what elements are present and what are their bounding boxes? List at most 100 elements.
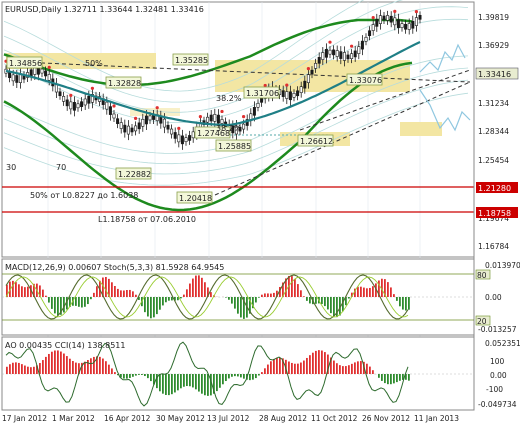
ao-bar — [288, 361, 290, 374]
candle-body — [350, 53, 354, 59]
macd-bar — [372, 286, 374, 297]
macd-bar — [12, 280, 14, 297]
ao-bar — [303, 360, 305, 374]
candle-body — [58, 91, 62, 97]
candle-body — [29, 69, 33, 77]
candle-body — [339, 51, 343, 59]
macd-bar — [399, 297, 401, 307]
macd-bar — [180, 297, 182, 299]
label-1-26612: 1.26612 — [300, 137, 333, 146]
macd-bar — [123, 290, 125, 297]
candle-body — [364, 36, 368, 42]
ao-bar — [135, 374, 137, 376]
macd-bar — [273, 292, 275, 297]
fractal-marker — [263, 83, 267, 88]
fractal-marker — [371, 15, 375, 20]
label-1-35285: 1.35285 — [175, 56, 208, 65]
macd-bar — [357, 286, 359, 297]
candle-body — [303, 80, 307, 89]
ao-bar — [348, 365, 350, 374]
candle-body — [296, 90, 300, 97]
macd-bar — [81, 297, 83, 308]
candle-body — [177, 134, 181, 143]
macd-bar — [87, 297, 89, 305]
macd-bar — [159, 297, 161, 310]
ao-bar — [267, 364, 269, 374]
candle-body — [170, 128, 174, 135]
fractal-marker — [90, 86, 94, 90]
candle-body — [317, 57, 321, 64]
candle-body — [306, 74, 310, 83]
macd-bar — [135, 294, 137, 297]
fractal-marker — [134, 116, 138, 121]
macd-bar — [294, 278, 296, 297]
macd-bar — [51, 297, 53, 309]
ao-bar — [54, 350, 56, 374]
candle-body — [353, 50, 357, 58]
fractal-marker — [220, 109, 224, 114]
macd-bar — [204, 282, 206, 297]
label-1-31706: 1.31706 — [246, 89, 279, 98]
ao-bar — [60, 351, 62, 374]
macd-bar — [321, 297, 323, 305]
candle-body — [393, 17, 397, 26]
fractal-marker — [155, 106, 159, 110]
ao-bar — [174, 374, 176, 393]
fractal-marker — [350, 44, 354, 48]
osc1-scale-top: 0.013970 — [485, 261, 520, 270]
candle-body — [321, 52, 325, 60]
ao-bar — [18, 362, 20, 374]
ao-bar — [234, 374, 236, 377]
ao-bar — [141, 374, 143, 375]
red-level-label-2: 1.18758 — [478, 209, 511, 218]
ao-bar — [270, 361, 272, 374]
macd-bar — [129, 289, 131, 297]
ao-bar — [84, 361, 86, 374]
candle-body — [62, 96, 66, 102]
osc2-scale-minus100: -100 — [486, 385, 503, 394]
macd-bar — [225, 297, 227, 298]
ao-bar — [408, 374, 410, 381]
candle-body — [310, 69, 314, 75]
ao-bar — [201, 374, 203, 394]
macd-bar — [117, 288, 119, 297]
price-tick-label: 1.31234 — [478, 99, 509, 108]
osc1-scale-zero: 0.00 — [485, 293, 502, 302]
macd-bar — [24, 287, 26, 297]
candle-body — [166, 124, 170, 130]
forecast-zone — [400, 122, 442, 136]
candle-body — [126, 125, 130, 135]
candle-body — [375, 19, 379, 27]
ao-bar — [30, 367, 32, 374]
trading-chart[interactable]: 1.34856 1.32828 1.35285 1.31706 1.33076 … — [0, 0, 520, 425]
label-1-22882: 1.22882 — [118, 170, 151, 179]
fib-38-label-1: 38.2% — [216, 94, 242, 103]
ao-bar — [228, 374, 230, 379]
candle-body — [378, 15, 382, 24]
candle-body — [47, 74, 51, 81]
macd-bar — [201, 277, 203, 297]
candle-body — [44, 70, 48, 77]
macd-bar — [309, 297, 311, 304]
candle-body — [256, 103, 260, 108]
ao-title: AO 0.00435 CCI(14) 138.8511 — [5, 341, 125, 350]
macd-stoch-pane[interactable]: MACD(12,26,9) 0.00607 Stoch(5,3,3) 81.59… — [1, 258, 520, 336]
ao-bar — [33, 366, 35, 374]
candle-body — [292, 92, 296, 98]
ao-bar — [273, 358, 275, 374]
osc2-scale-zero: 0.00 — [490, 371, 507, 380]
candle-body — [368, 30, 372, 37]
macd-bar — [183, 294, 185, 297]
ao-bar — [351, 363, 353, 374]
macd-bar — [18, 284, 20, 297]
macd-bar — [231, 297, 233, 304]
ao-bar — [159, 374, 161, 392]
candle-body — [130, 127, 134, 133]
candle-body — [209, 114, 213, 122]
macd-bar — [75, 297, 77, 306]
macd-bar — [168, 297, 170, 301]
macd-bar — [144, 297, 146, 313]
macd-bar — [57, 297, 59, 316]
ao-bar — [126, 374, 128, 379]
ao-cci-pane[interactable]: AO 0.00435 CCI(14) 138.8511 0.052351 100… — [1, 336, 520, 411]
